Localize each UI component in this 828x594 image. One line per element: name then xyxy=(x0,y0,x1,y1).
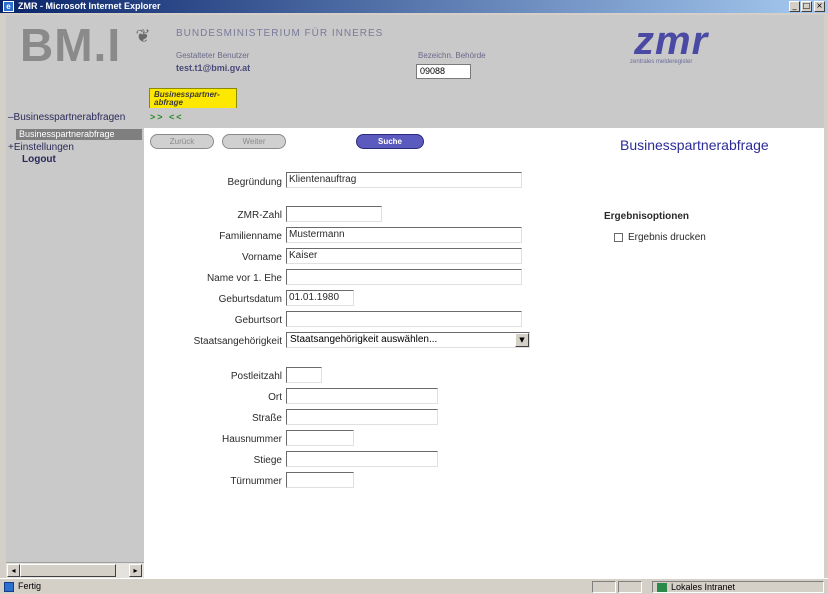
status-text: Fertig xyxy=(18,581,42,591)
print-result-label: Ergebnis drucken xyxy=(628,232,706,243)
zone-panel: Lokales Intranet xyxy=(652,581,824,593)
geburtsort-label: Geburtsort xyxy=(234,315,282,326)
close-button[interactable]: × xyxy=(814,1,825,12)
zmr-subtitle: zentrales melderegister xyxy=(630,59,693,65)
next-button[interactable]: Weiter xyxy=(222,134,286,149)
window-title: ZMR - Microsoft Internet Explorer xyxy=(18,1,161,11)
nav-arrows[interactable]: >> << xyxy=(150,112,184,122)
zmr-zahl-label: ZMR-Zahl xyxy=(237,210,282,221)
begruendung-label: Begründung xyxy=(227,177,283,188)
print-result-checkbox[interactable] xyxy=(614,233,623,242)
nav-item-businesspartnerabfragen[interactable]: –Businesspartnerabfragen xyxy=(8,112,125,123)
ort-label: Ort xyxy=(268,392,282,403)
search-button[interactable]: Suche xyxy=(356,134,424,149)
name-vor-ehe-field[interactable] xyxy=(286,269,522,285)
bmi-logo: BM.I xyxy=(20,19,122,71)
tab-businesspartnerabfrage[interactable]: Businesspartner-abfrage xyxy=(149,88,237,108)
strasse-label: Straße xyxy=(251,413,282,424)
scroll-thumb[interactable] xyxy=(20,564,116,577)
sidebar-nav: –Businesspartnerabfragen Businesspartner… xyxy=(6,108,144,562)
back-button[interactable]: Zurück xyxy=(150,134,214,149)
user-email: test.t1@bmi.gv.at xyxy=(176,63,251,73)
status-bar: Fertig Lokales Intranet xyxy=(0,578,828,594)
behoerde-label: Bezeichn. Behörde xyxy=(418,51,486,60)
hausnummer-field[interactable] xyxy=(286,430,354,446)
status-panel xyxy=(618,581,642,593)
nav-item-logout[interactable]: Logout xyxy=(22,154,56,165)
user-label: Gestalteter Benutzer xyxy=(176,51,250,60)
vorname-label: Vorname xyxy=(241,252,282,263)
sidebar-scrollbar[interactable]: ◂ ▸ xyxy=(6,562,144,578)
maximize-button[interactable]: □ xyxy=(801,1,812,12)
dropdown-arrow-icon[interactable]: ▼ xyxy=(515,333,529,347)
zmr-zahl-field[interactable] xyxy=(286,206,382,222)
zone-text: Lokales Intranet xyxy=(671,582,736,592)
geburtsdatum-label: Geburtsdatum xyxy=(218,294,282,305)
familienname-label: Familienname xyxy=(219,231,282,242)
stiege-field[interactable] xyxy=(286,451,438,467)
sub-toolbar: >> << xyxy=(144,108,824,128)
scroll-right-icon[interactable]: ▸ xyxy=(129,564,142,577)
ie-icon: e xyxy=(3,1,14,12)
geburtsort-field[interactable] xyxy=(286,311,522,327)
postleitzahl-field[interactable] xyxy=(286,367,322,383)
hausnummer-label: Hausnummer xyxy=(221,434,282,445)
intranet-icon xyxy=(657,583,667,592)
behoerde-field[interactable]: 09088 xyxy=(416,64,471,79)
zmr-logo: zmr xyxy=(634,19,709,63)
staatsangehoerigkeit-select[interactable]: Staatsangehörigkeit auswählen... ▼ xyxy=(286,332,530,348)
staatsangehoerigkeit-value: Staatsangehörigkeit auswählen... xyxy=(290,334,438,345)
main-content: >> << Zurück Weiter Suche Businesspartne… xyxy=(144,108,824,578)
familienname-field[interactable]: Mustermann xyxy=(286,227,522,243)
scroll-left-icon[interactable]: ◂ xyxy=(7,564,20,577)
app-header: BM.I ❦ BUNDESMINISTERIUM FÜR INNERES Ges… xyxy=(6,15,824,108)
postleitzahl-label: Postleitzahl xyxy=(230,371,282,382)
window-title-bar[interactable]: e ZMR - Microsoft Internet Explorer _ □ … xyxy=(0,0,828,13)
nav-item-businesspartnerabfrage[interactable]: Businesspartnerabfrage xyxy=(16,129,142,140)
page-title: Businesspartnerabfrage xyxy=(620,137,769,153)
tuernummer-label: Türnummer xyxy=(230,476,282,487)
page-icon xyxy=(4,582,14,592)
ministry-name: BUNDESMINISTERIUM FÜR INNERES xyxy=(176,28,384,39)
status-panel xyxy=(592,581,616,593)
ort-field[interactable] xyxy=(286,388,438,404)
minimize-button[interactable]: _ xyxy=(789,1,800,12)
tuernummer-field[interactable] xyxy=(286,472,354,488)
staatsangehoerigkeit-label: Staatsangehörigkeit xyxy=(193,336,282,347)
ergebnisoptionen-heading: Ergebnisoptionen xyxy=(604,211,689,222)
nav-item-einstellungen[interactable]: +Einstellungen xyxy=(8,142,74,153)
stiege-label: Stiege xyxy=(253,455,282,466)
name-vor-ehe-label: Name vor 1. Ehe xyxy=(206,273,282,284)
vorname-field[interactable]: Kaiser xyxy=(286,248,522,264)
strasse-field[interactable] xyxy=(286,409,438,425)
geburtsdatum-field[interactable]: 01.01.1980 xyxy=(286,290,354,306)
begruendung-field[interactable]: Klientenauftrag xyxy=(286,172,522,188)
eagle-emblem-icon: ❦ xyxy=(135,26,151,47)
